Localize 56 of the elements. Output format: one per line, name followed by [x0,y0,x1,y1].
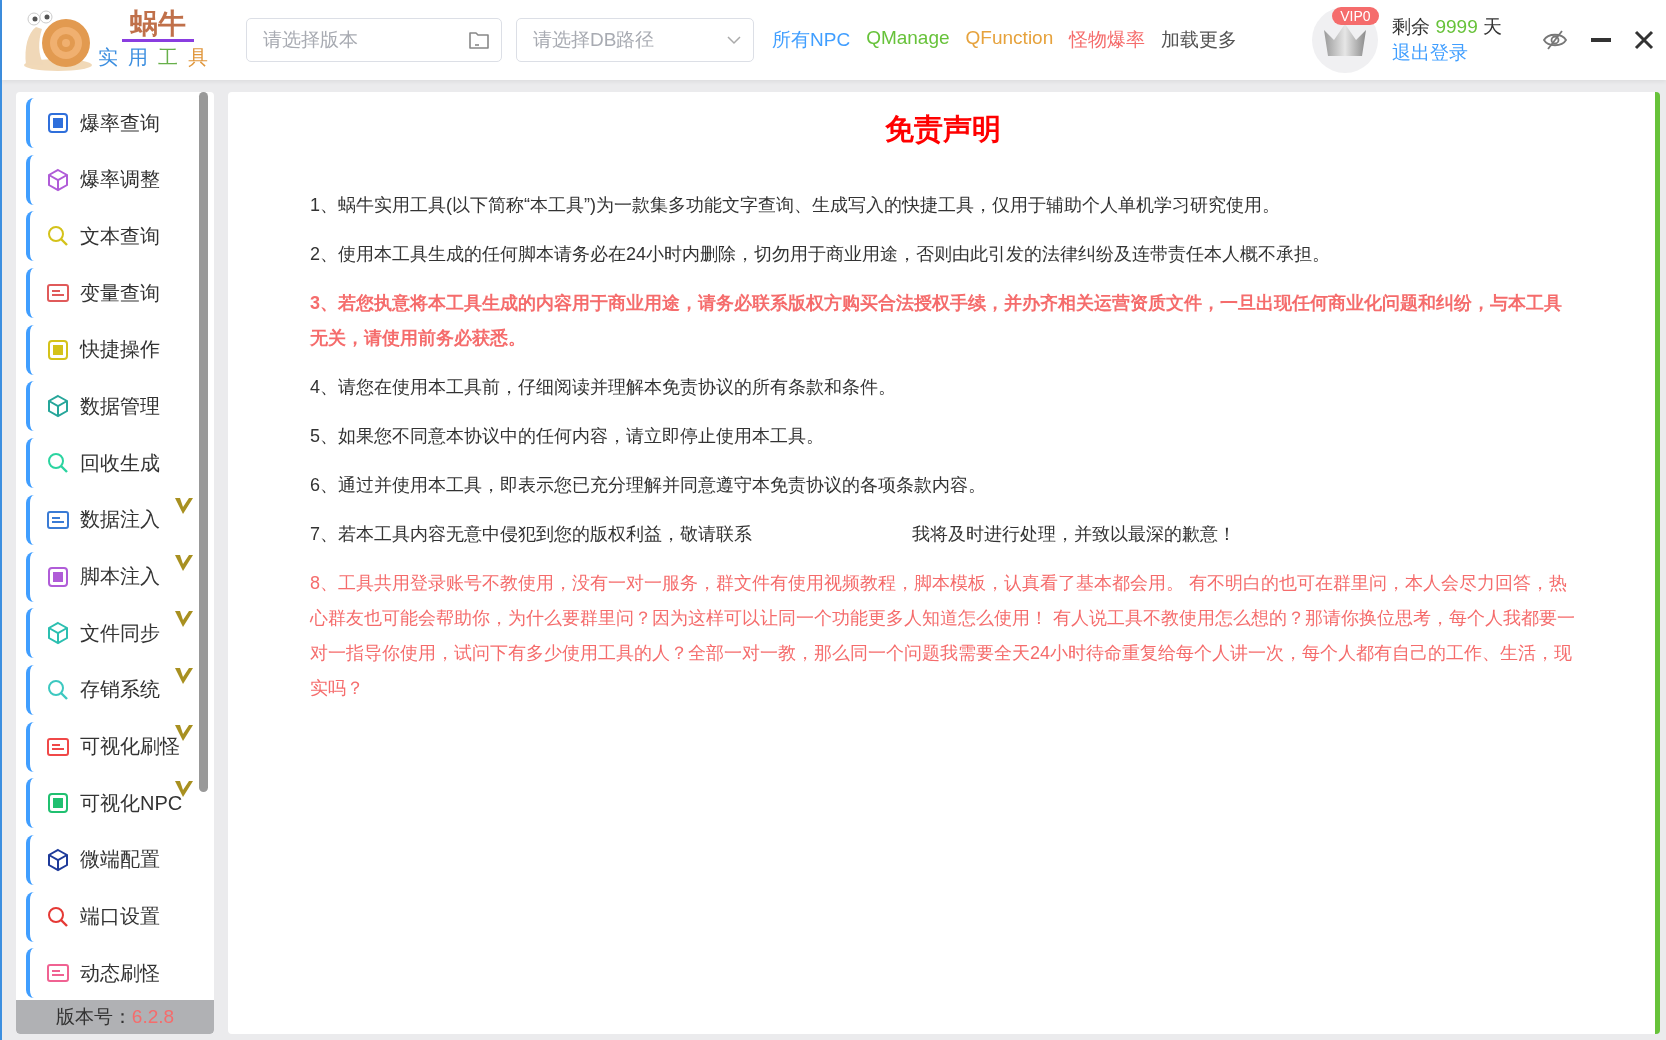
sidebar-item-label: 可视化NPC [80,790,183,816]
menu-item-icon [46,167,70,192]
version-number: 6.2.8 [131,1006,175,1028]
disclaimer-paragraph: 3、若您执意将本工具生成的内容用于商业用途，请务必联系版权方购买合法授权手续，并办齐相关运营资质文件，一旦出现任何商业化问题和纠纷，与本工具无关，请使用前务必获悉。 [310,292,1563,350]
disclaimer-paragraph: 1、蜗牛实用工具(以下简称“本工具”)为一款集多功能文字查询、生成写入的快捷工具，仅用于辅助个人单机学习研究使用。 [310,194,1281,217]
sidebar-item-label: 微端配置 [80,847,160,873]
top-link[interactable]: 加载更多 [1161,27,1238,53]
sidebar-item[interactable]: 端口设置 [26,891,198,942]
menu-item-icon [46,847,70,872]
sidebar-item-label: 变量查询 [80,280,160,306]
app-title: 蜗牛 [122,9,194,42]
version-label: 版本号： [55,1005,132,1029]
menu-item-icon [46,904,70,929]
scrollbar-thumb[interactable] [199,92,208,792]
db-path-select-field[interactable]: 请选择DB路径 [516,18,754,62]
sidebar-item-label: 文件同步 [80,620,160,646]
disclaimer-title: 免责声明 [883,112,1002,147]
remaining-days: 9999 [1435,16,1478,37]
disclaimer-paragraph: 我将及时进行处理，并致以最深的歉意！ [912,523,1236,546]
sidebar-item-label: 存销系统 [80,677,160,703]
sidebar-item-label: 回收生成 [80,450,160,476]
sidebar-item-label: 端口设置 [80,904,160,930]
days-unit: 天 [1483,16,1502,37]
app-subtitle: 实 用 工 具 [98,45,218,70]
close-icon[interactable] [1634,30,1654,50]
sidebar-item[interactable]: 可视化NPC [26,778,198,829]
menu-item-icon [46,677,70,702]
disclaimer-paragraph: 5、如果您不同意本协议中的任何内容，请立即停止使用本工具。 [310,425,825,448]
disclaimer-paragraph: 2、使用本工具生成的任何脚本请务必在24小时内删除，切勿用于商业用途，否则由此引发的法律纠纷及连带责任本人概不承担。 [310,243,1332,266]
disclaimer-paragraph: 4、请您在使用本工具前，仔细阅读并理解本免责协议的所有条款和条件。 [310,376,897,399]
version-select-field[interactable]: 请选择版本 [246,18,502,62]
disclaimer-paragraph: 7、若本工具内容无意中侵犯到您的版权利益，敬请联系 [310,523,752,546]
menu-item-icon [46,394,70,419]
sidebar-item-label: 数据管理 [80,393,160,419]
menu-item-icon [46,337,70,362]
menu-item-icon [46,564,70,589]
sidebar-item[interactable]: 微端配置 [26,834,198,885]
disclaimer-paragraph: 8、工具共用登录账号不教使用，没有一对一服务，群文件有使用视频教程，脚本模板，认真看了基本都会用。 有不明白的也可在群里问，本人会尽力回答，热心群友也可能会帮助你，为什么要群里问？因为这样可以让同一个功能更多人知道怎么使用！ 有人说工具不教使用怎么想的？那请你换位思考，每个人我都要一对一指导你使用，试问下有多少使用工具的人？全部一对一教，那么同一个问题我需要全天24小时待命重复给每个人讲一次，每个人都有自己的工作、生活，现实吗？ [310,572,1575,700]
menu-item-icon [46,111,70,135]
sidebar-item-label: 快捷操作 [80,337,160,363]
folder-icon[interactable] [468,30,490,50]
sidebar-item-label: 爆率调整 [80,167,160,193]
sidebar-item-label: 爆率查询 [80,110,160,136]
vip-level-badge: VIP0 [1332,7,1379,25]
menu-item-icon [46,621,70,646]
minimize-icon[interactable] [1590,37,1612,43]
eye-off-icon[interactable] [1542,29,1568,51]
sidebar-item-label: 可视化刷怪 [80,734,180,760]
sidebar-item-label: 脚本注入 [80,564,160,589]
remaining-label: 剩余 [1392,16,1431,37]
chevron-down-icon[interactable] [726,35,742,45]
sidebar-item-label: 文本查询 [80,223,160,249]
sidebar-item-label: 数据注入 [80,507,160,533]
sidebar-item-label: 动态刷怪 [80,960,160,986]
menu-item-icon [46,791,70,816]
disclaimer-paragraph: 6、通过并使用本工具，即表示您已充分理解并同意遵守本免责协议的各项条款内容。 [310,474,987,497]
